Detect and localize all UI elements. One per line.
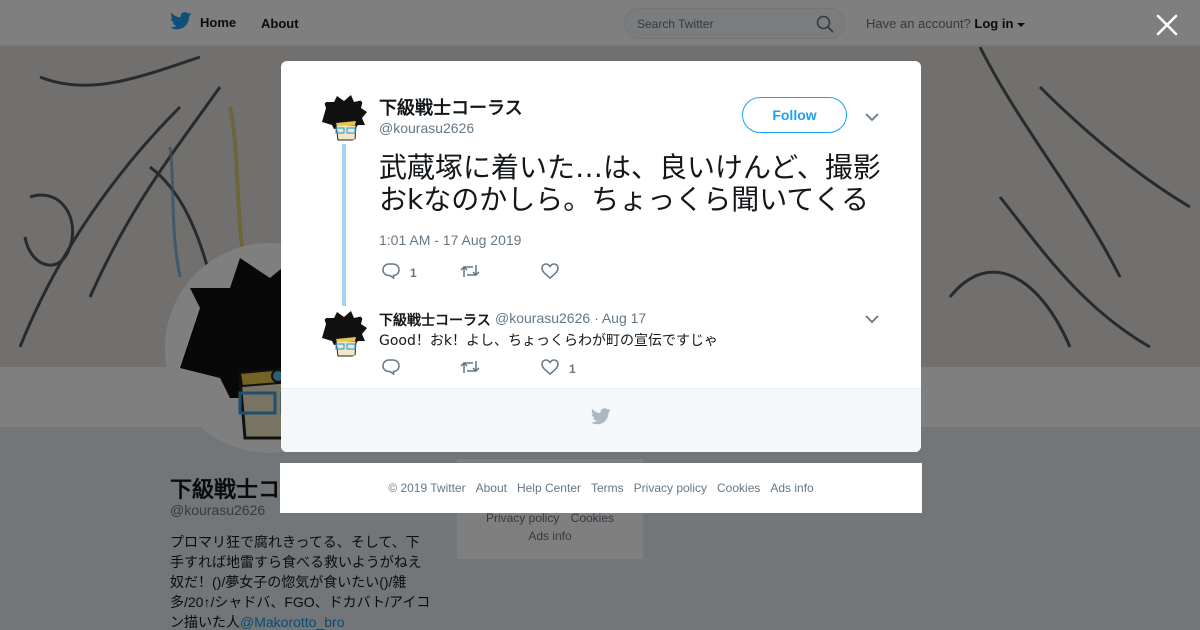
heart-icon — [541, 263, 559, 282]
footer-ads-info-link[interactable]: Ads info — [770, 481, 813, 495]
tweet-author-name[interactable]: 下級戦士コーラス — [379, 94, 523, 120]
footer-privacy-link[interactable]: Privacy policy — [634, 481, 707, 495]
reply-meta: @kourasu2626 · Aug 17 — [495, 310, 646, 326]
tweet-text: 武蔵塚に着いた…は、良いけんど、撮影おkなのかしら。ちょっくら聞いてくる — [379, 151, 881, 216]
footer-copyright: © 2019 Twitter — [388, 481, 466, 495]
tweet-actions: 1 — [382, 263, 682, 283]
twitter-bird-icon — [590, 408, 611, 430]
retweet-icon — [460, 359, 480, 378]
reply-author-avatar[interactable] — [320, 310, 368, 358]
close-icon[interactable] — [1154, 12, 1180, 38]
footer-links: © 2019 Twitter About Help Center Terms P… — [280, 463, 922, 513]
reply-retweet-action[interactable] — [460, 359, 490, 378]
reply-reply-action[interactable] — [382, 359, 410, 378]
reply-like-action[interactable]: 1 — [541, 359, 576, 378]
thread-line — [342, 144, 346, 306]
follow-button[interactable]: Follow — [742, 97, 847, 133]
footer-help-center-link[interactable]: Help Center — [517, 481, 581, 495]
author-avatar[interactable] — [320, 94, 368, 142]
tweet-modal: 下級戦士コーラス @kourasu2626 Follow 武蔵塚に着いた…は、良… — [281, 61, 921, 452]
reply-author-handle[interactable]: @kourasu2626 — [495, 310, 590, 326]
footer-terms-link[interactable]: Terms — [591, 481, 624, 495]
chevron-down-icon[interactable] — [865, 311, 879, 329]
modal-footer — [281, 388, 921, 452]
reply-action[interactable]: 1 — [382, 263, 417, 282]
reply-text: Good！おk！よし、ちょっくらわが町の宣伝ですじゃ — [379, 333, 718, 349]
reply-date[interactable]: · Aug 17 — [594, 310, 646, 326]
like-action[interactable] — [541, 263, 569, 282]
heart-icon — [541, 359, 559, 378]
reply-author-name[interactable]: 下級戦士コーラス — [379, 310, 491, 330]
tweet-timestamp[interactable]: 1:01 AM - 17 Aug 2019 — [379, 232, 521, 248]
reply-icon — [382, 263, 400, 282]
reply-count: 1 — [410, 265, 417, 280]
retweet-action[interactable] — [460, 263, 490, 282]
reply-icon — [382, 359, 400, 378]
reply-actions: 1 — [382, 359, 682, 379]
retweet-icon — [460, 263, 480, 282]
tweet-author-handle[interactable]: @kourasu2626 — [379, 120, 474, 136]
reply-like-count: 1 — [569, 361, 576, 376]
footer-about-link[interactable]: About — [476, 481, 507, 495]
chevron-down-icon[interactable] — [865, 109, 879, 127]
footer-cookies-link[interactable]: Cookies — [717, 481, 760, 495]
